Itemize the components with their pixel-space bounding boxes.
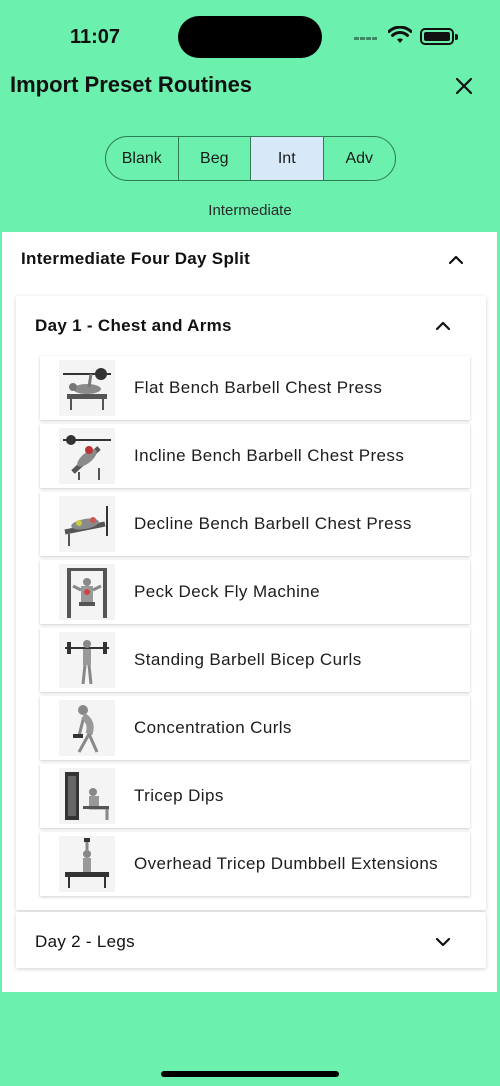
chevron-up-icon [448,255,464,265]
close-icon[interactable] [450,72,478,100]
page-title: Import Preset Routines [10,72,253,97]
routine-panel: Intermediate Four Day Split Day 1 - Ches… [2,232,497,992]
exercise-item[interactable]: Peck Deck Fly Machine [40,560,470,624]
day-header[interactable]: Day 2 - Legs [16,912,486,968]
level-segmented-control: Blank Beg Int Adv [105,136,396,181]
battery-icon [420,28,458,45]
segment-adv[interactable]: Adv [324,137,396,180]
exercise-item[interactable]: Tricep Dips [40,764,470,828]
exercise-item[interactable]: Concentration Curls [40,696,470,760]
exercise-thumbnail-icon [59,836,115,892]
exercise-name: Incline Bench Barbell Chest Press [134,446,405,465]
exercise-name: Concentration Curls [134,718,292,737]
chevron-up-icon [435,321,451,331]
day-header[interactable]: Day 1 - Chest and Arms [16,296,486,352]
day-card: Day 1 - Chest and Arms Flat Bench Barbel… [16,296,486,910]
day-title: Day 2 - Legs [35,932,135,951]
exercise-item[interactable]: Decline Bench Barbell Chest Press [40,492,470,556]
exercise-thumbnail-icon [59,632,115,688]
exercise-name: Overhead Tricep Dumbbell Extensions [134,854,439,873]
chevron-down-icon [435,937,451,947]
exercise-thumbnail-icon [59,360,115,416]
exercise-name: Standing Barbell Bicep Curls [134,650,362,669]
exercise-name: Peck Deck Fly Machine [134,582,321,601]
status-bar: 11:07 [0,0,500,70]
exercise-thumbnail-icon [59,496,115,552]
exercise-item[interactable]: Incline Bench Barbell Chest Press [40,424,470,488]
exercise-thumbnail-icon [59,768,115,824]
exercise-name: Tricep Dips [134,786,224,805]
exercise-item[interactable]: Flat Bench Barbell Chest Press [40,356,470,420]
status-time: 11:07 [70,26,121,48]
segment-beg[interactable]: Beg [179,137,251,180]
routine-title: Intermediate Four Day Split [21,249,251,268]
cellular-signal-icon [354,37,378,55]
exercise-name: Decline Bench Barbell Chest Press [134,514,412,533]
segment-blank[interactable]: Blank [106,137,179,180]
day-card: Day 2 - Legs [16,912,486,968]
day-title: Day 1 - Chest and Arms [35,316,232,335]
exercise-thumbnail-icon [59,700,115,756]
home-indicator[interactable] [161,1071,339,1077]
dynamic-island [178,16,322,58]
level-label: Intermediate [208,202,292,219]
exercise-item[interactable]: Overhead Tricep Dumbbell Extensions [40,832,470,896]
segment-int[interactable]: Int [251,137,324,180]
exercise-thumbnail-icon [59,564,115,620]
wifi-icon [388,26,412,43]
exercise-name: Flat Bench Barbell Chest Press [134,378,383,397]
routine-header[interactable]: Intermediate Four Day Split [2,232,497,288]
exercise-item[interactable]: Standing Barbell Bicep Curls [40,628,470,692]
exercise-thumbnail-icon [59,428,115,484]
